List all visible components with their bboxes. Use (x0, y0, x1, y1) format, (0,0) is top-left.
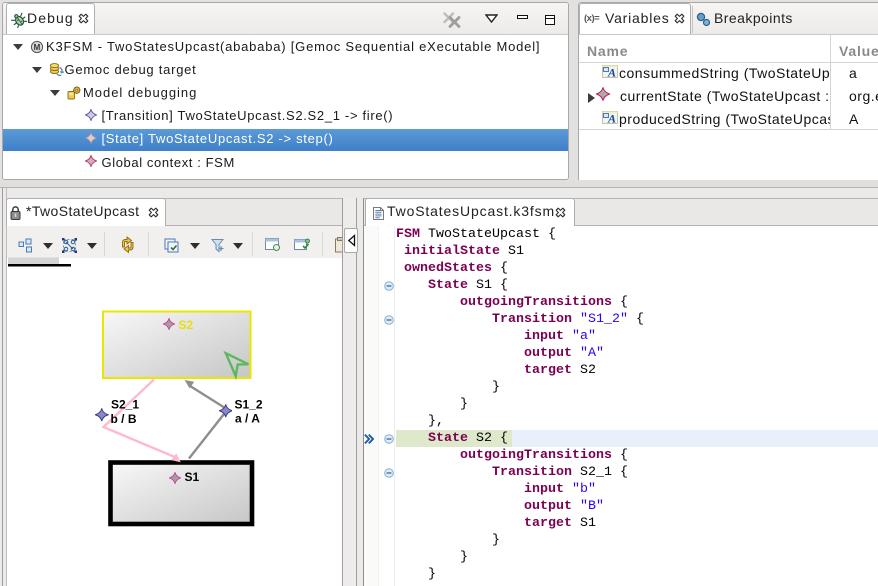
svg-text:A: A (607, 112, 616, 125)
svg-text:S2_1: S2_1 (111, 398, 139, 412)
svg-text:a / A: a / A (235, 412, 260, 426)
svg-text:S2: S2 (179, 318, 194, 332)
svg-text:A: A (607, 66, 616, 79)
svg-text:M: M (34, 43, 41, 52)
svg-text:b / B: b / B (111, 412, 137, 426)
svg-text:S1_2: S1_2 (235, 398, 263, 412)
svg-text:S1: S1 (185, 470, 200, 484)
